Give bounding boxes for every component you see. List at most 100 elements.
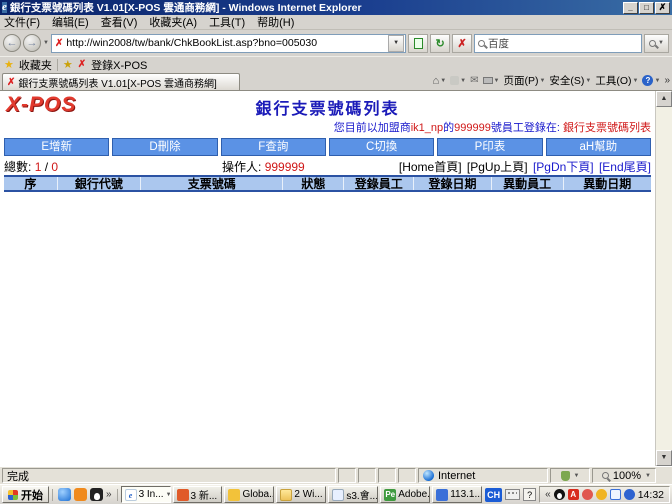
quicklaunch-wangwang-icon[interactable]	[74, 488, 87, 501]
help-button[interactable]: ?▼	[642, 75, 660, 86]
address-input[interactable]	[66, 37, 385, 49]
ie-task-icon: e	[125, 489, 137, 501]
task-new-group[interactable]: 3 新...▼	[173, 486, 223, 503]
switch-button[interactable]: C切換	[329, 138, 434, 156]
scrollbar-track[interactable]	[656, 107, 672, 450]
page-menu-button[interactable]: 页面(P)▼	[503, 73, 545, 88]
task-ie-group[interactable]: e3 In...▼	[121, 486, 171, 503]
page-down-link[interactable]: [PgDn下頁]	[533, 160, 594, 174]
task-global[interactable]: Globa...	[224, 486, 274, 503]
tray-messenger-icon[interactable]	[582, 489, 593, 500]
menu-file[interactable]: 文件(F)	[4, 14, 40, 30]
tray-schedule-icon[interactable]	[610, 489, 621, 500]
favorites-button[interactable]: 收藏夹	[19, 57, 52, 73]
task-remote[interactable]: 113.1...	[432, 486, 482, 503]
security-dropdown-icon[interactable]: ▼	[585, 78, 591, 84]
delete-button[interactable]: D刪除	[112, 138, 217, 156]
stop-button[interactable]: ✗	[452, 34, 472, 53]
task-group-dropdown-icon[interactable]: ▼	[166, 492, 171, 498]
help-action-button[interactable]: aH幫助	[546, 138, 651, 156]
security-menu-button[interactable]: 安全(S)▼	[549, 73, 591, 88]
menu-edit[interactable]: 编辑(E)	[52, 14, 89, 30]
print-report-button[interactable]: P印表	[437, 138, 542, 156]
menu-favorites[interactable]: 收藏夹(A)	[149, 14, 197, 30]
task-group-dropdown-icon[interactable]: ▼	[219, 492, 222, 498]
back-button[interactable]: ←	[3, 34, 21, 52]
zoom-dropdown-icon[interactable]: ▼	[645, 473, 651, 479]
zoom-panel[interactable]: 100% ▼	[592, 468, 656, 483]
login-status-text: 號員工登錄在:	[491, 122, 563, 134]
active-tab[interactable]: ✗ 銀行支票號碼列表 V1.01[X-POS 雲通商務網]	[2, 73, 240, 90]
query-button[interactable]: F查詢	[221, 138, 326, 156]
divider	[57, 59, 58, 71]
home-button[interactable]: ⌂▼	[433, 75, 447, 87]
language-help-button[interactable]: ?	[523, 488, 536, 501]
current-module-name: 銀行支票號碼列表	[563, 122, 651, 134]
app-task-icon	[436, 489, 448, 501]
home-dropdown-icon[interactable]: ▼	[440, 78, 446, 84]
tray-qq-icon[interactable]	[554, 489, 565, 500]
status-text: 完成	[7, 468, 29, 483]
keyboard-layout-icon[interactable]	[505, 489, 520, 500]
vertical-scrollbar[interactable]: ▲ ▼	[655, 91, 672, 466]
quicklaunch-qq-icon[interactable]	[90, 488, 103, 501]
favorite-link-xpos[interactable]: 登錄X-POS	[91, 57, 147, 73]
search-box[interactable]	[474, 34, 642, 53]
tray-security-icon[interactable]	[596, 489, 607, 500]
minimize-button[interactable]: _	[623, 2, 638, 14]
tray-chevron[interactable]: «	[545, 489, 551, 500]
task-label: 3 新...	[191, 487, 218, 502]
add-button[interactable]: E增新	[4, 138, 109, 156]
taskbar-clock[interactable]: 14:32	[638, 489, 664, 501]
menu-bar: 文件(F) 编辑(E) 查看(V) 收藏夹(A) 工具(T) 帮助(H)	[0, 15, 672, 30]
divider	[117, 489, 118, 501]
feeds-dropdown-icon[interactable]: ▼	[460, 78, 466, 84]
page-end-link[interactable]: [End尾頁]	[599, 160, 651, 174]
mail-icon: ✉	[470, 75, 478, 86]
scroll-down-icon[interactable]: ▼	[656, 450, 672, 466]
menu-view[interactable]: 查看(V)	[101, 14, 138, 30]
forward-button[interactable]: →	[23, 34, 41, 52]
tray-update-icon[interactable]	[624, 489, 635, 500]
search-options-dropdown-icon[interactable]: ▼	[658, 40, 664, 46]
ie-logo-icon: e	[2, 2, 7, 13]
read-mail-button[interactable]: ✉	[470, 75, 478, 86]
tools-menu-label: 工具(O)	[595, 73, 631, 88]
print-button[interactable]: ▼	[483, 77, 500, 84]
commandbar-overflow-chevron[interactable]: »	[664, 75, 670, 86]
close-button[interactable]: ✗	[655, 2, 670, 14]
tray-foxmail-icon[interactable]: A	[568, 489, 579, 500]
task-group-dropdown-icon[interactable]: ▼	[325, 492, 327, 498]
address-bar[interactable]: ✗ ▼	[51, 34, 406, 53]
page-menu-dropdown-icon[interactable]: ▼	[539, 78, 545, 84]
refresh-button[interactable]: ↻	[430, 34, 450, 53]
protected-mode-dropdown-icon[interactable]: ▼	[574, 473, 580, 479]
feeds-button[interactable]: ▼	[450, 76, 466, 85]
tools-menu-button[interactable]: 工具(O)▼	[595, 73, 638, 88]
quicklaunch-overflow-chevron[interactable]: »	[106, 489, 112, 500]
compatibility-view-button[interactable]	[408, 34, 428, 53]
task-document[interactable]: s3.會...	[328, 486, 378, 503]
column-entry-date: 登錄日期	[414, 177, 492, 190]
task-explorer-group[interactable]: 2 Wi...▼	[276, 486, 326, 503]
search-input[interactable]	[488, 37, 638, 49]
task-adobe[interactable]: PeAdobe...	[380, 486, 430, 503]
search-go-button[interactable]: ▼	[644, 34, 669, 53]
input-language-button[interactable]: CH	[485, 488, 502, 502]
merchant-id: ik1_np	[411, 122, 443, 134]
scroll-up-icon[interactable]: ▲	[656, 91, 672, 107]
start-button[interactable]: 开始	[2, 486, 49, 503]
menu-tools[interactable]: 工具(T)	[209, 14, 245, 30]
quicklaunch-browser-icon[interactable]	[58, 488, 71, 501]
maximize-button[interactable]: □	[639, 2, 654, 14]
history-dropdown-icon[interactable]: ▼	[43, 40, 49, 46]
protected-mode-panel[interactable]: ▼	[550, 468, 590, 483]
add-favorite-icon[interactable]: ★	[63, 58, 73, 71]
menu-help[interactable]: 帮助(H)	[257, 14, 294, 30]
address-dropdown-button[interactable]: ▼	[388, 35, 404, 52]
print-dropdown-icon[interactable]: ▼	[494, 78, 500, 84]
taskbar: 开始 » e3 In...▼ 3 新...▼ Globa... 2 Wi...▼…	[0, 484, 672, 504]
help-dropdown-icon[interactable]: ▼	[654, 78, 660, 84]
tools-dropdown-icon[interactable]: ▼	[633, 78, 639, 84]
protected-mode-icon	[561, 471, 570, 481]
